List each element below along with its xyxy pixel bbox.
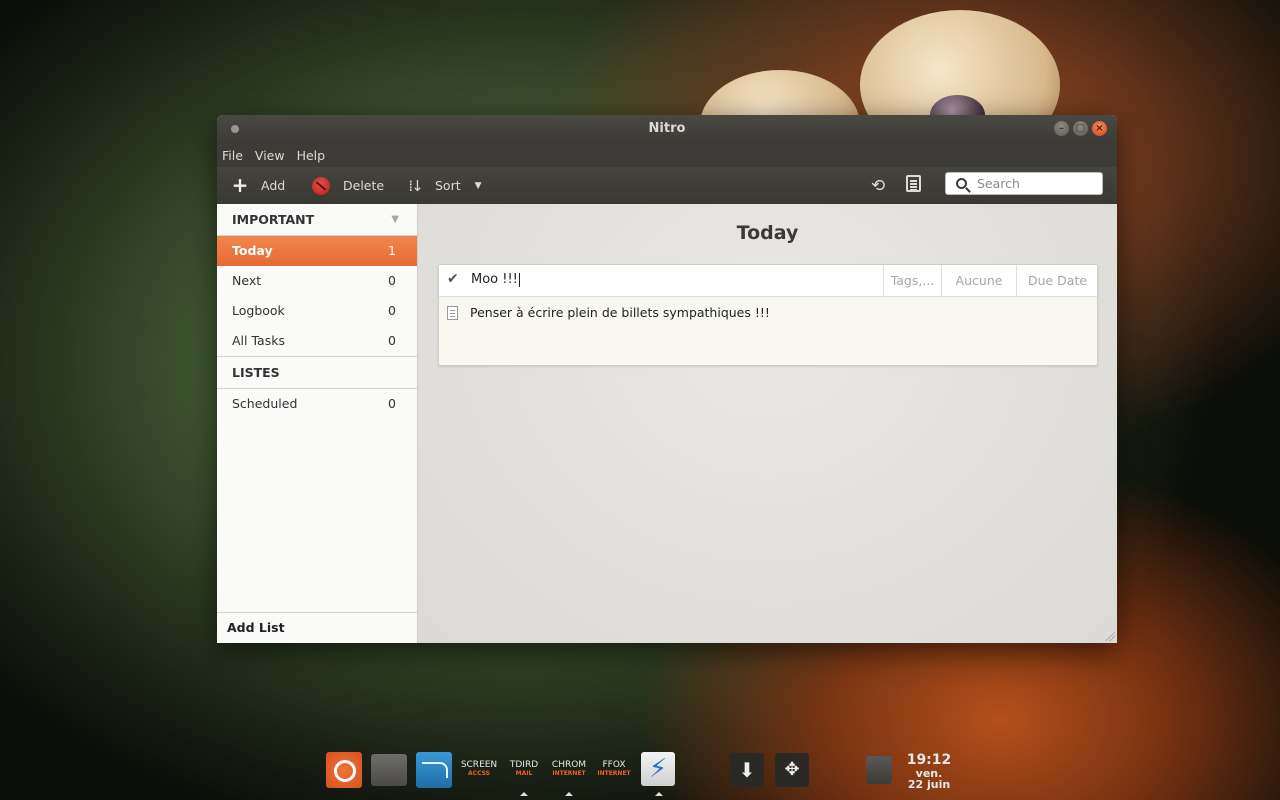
task-due-date-field[interactable]: Due Date (1016, 265, 1098, 296)
search-icon (956, 178, 967, 189)
minimize-icon[interactable]: – (1054, 121, 1069, 136)
sidebar-item-count: 1 (388, 243, 396, 258)
sync-icon[interactable]: ⟲ (871, 176, 885, 196)
dock-sublabel: INTERNET (597, 770, 631, 777)
add-button[interactable]: + Add (231, 167, 286, 204)
note-icon (447, 305, 458, 320)
dock-label: SCREEN (460, 760, 498, 770)
dock-label: CHROM (551, 760, 587, 770)
sidebar-header-label: IMPORTANT (232, 212, 315, 227)
clock-date: 22 juin (907, 778, 951, 791)
task-card[interactable]: ✔ Moo !!! Tags,... Aucune Due Date Pense… (438, 264, 1098, 366)
resize-grip[interactable] (1105, 631, 1115, 641)
dock-label: FFOX (602, 760, 626, 770)
dock-tdird[interactable]: TDIRD MAIL (502, 761, 546, 778)
sidebar-header-label: LISTES (232, 365, 280, 380)
task-name-field[interactable]: Moo !!! (471, 272, 520, 287)
task-note[interactable]: Penser à écrire plein de billets sympath… (447, 305, 770, 320)
task-note-text[interactable]: Penser à écrire plein de billets sympath… (470, 305, 770, 320)
sidebar-item-count: 0 (388, 396, 396, 411)
window-title: Nitro (648, 121, 686, 136)
sidebar-item-count: 0 (388, 333, 396, 348)
sidebar-header-important[interactable]: IMPORTANT ▼ (217, 204, 417, 236)
nitro-app-icon[interactable]: ⚡ (641, 752, 675, 786)
sidebar-item-label: Next (232, 273, 262, 288)
add-label: Add (261, 178, 286, 193)
task-priority-field[interactable]: Aucune (941, 265, 1016, 296)
window-controls: – □ × (1054, 121, 1107, 136)
chevron-down-icon: ▼ (474, 180, 482, 191)
workspace-switcher-icon[interactable]: ✥ (775, 753, 809, 787)
plus-icon: + (231, 172, 249, 197)
delete-label: Delete (343, 178, 385, 193)
sidebar-item-label: All Tasks (232, 333, 285, 348)
menu-file[interactable]: File (222, 148, 255, 163)
clock[interactable]: 19:12 ven. 22 juin (905, 752, 953, 790)
delete-button[interactable]: Delete (312, 167, 384, 204)
close-icon[interactable]: × (1092, 121, 1107, 136)
add-list-button[interactable]: Add List (217, 612, 417, 643)
chevron-down-icon[interactable]: ▼ (391, 204, 399, 235)
clock-time: 19:12 (906, 752, 952, 768)
sidebar: IMPORTANT ▼ Today 1 Next 0 Logbook 0 All… (217, 204, 418, 643)
running-indicator (520, 792, 528, 796)
dock-chrom[interactable]: CHROM INTERNET (547, 761, 591, 778)
window-titlebar[interactable]: Nitro – □ × (217, 115, 1117, 143)
sidebar-item-next[interactable]: Next 0 (217, 266, 417, 296)
page-title: Today (736, 222, 799, 244)
sidebar-header-lists: LISTES (217, 356, 417, 389)
dock-sublabel: ACCSS (468, 770, 490, 777)
nitro-window: Nitro – □ × File View Help + Add Delete … (217, 115, 1117, 643)
dock-label: TDIRD (509, 760, 539, 770)
sidebar-item-logbook[interactable]: Logbook 0 (217, 296, 417, 326)
notes-list-icon[interactable] (906, 175, 921, 192)
ubuntu-launcher-icon[interactable] (326, 752, 362, 788)
dock-ffox[interactable]: FFOX INTERNET (592, 761, 636, 778)
files-folder-icon[interactable] (371, 754, 407, 786)
main-pane: Today ✔ Moo !!! Tags,... Aucune Due Date… (418, 204, 1117, 643)
running-indicator (565, 792, 573, 796)
maximize-icon[interactable]: □ (1073, 121, 1088, 136)
dock-sublabel: MAIL (515, 770, 533, 777)
delete-icon (312, 176, 330, 195)
menu-view[interactable]: View (255, 148, 297, 163)
sort-icon: ⁞↓ (408, 176, 423, 195)
sidebar-item-today[interactable]: Today 1 (217, 236, 417, 266)
checkmark-icon[interactable]: ✔ (447, 271, 459, 287)
download-icon[interactable]: ⬇ (730, 753, 764, 787)
running-indicator (655, 792, 663, 796)
sidebar-item-label: Scheduled (232, 396, 298, 411)
sidebar-item-scheduled[interactable]: Scheduled 0 (217, 389, 417, 419)
search-input[interactable] (975, 175, 1099, 192)
system-monitor-icon[interactable] (416, 752, 452, 788)
menu-help[interactable]: Help (297, 148, 338, 163)
sidebar-item-label: Today (232, 243, 273, 258)
sort-label: Sort (435, 178, 461, 193)
task-tags-field[interactable]: Tags,... (883, 265, 941, 296)
search-field[interactable] (945, 172, 1103, 195)
sidebar-item-count: 0 (388, 273, 396, 288)
dock-sublabel: INTERNET (552, 770, 586, 777)
window-menu-icon[interactable] (231, 125, 239, 133)
task-row[interactable]: ✔ Moo !!! Tags,... Aucune Due Date (439, 265, 1097, 297)
dock-screen[interactable]: SCREEN ACCSS (457, 761, 501, 778)
sidebar-item-label: Logbook (232, 303, 285, 318)
sort-button[interactable]: ⁞↓ Sort ▼ (407, 167, 482, 204)
sidebar-item-count: 0 (388, 303, 396, 318)
sidebar-item-all-tasks[interactable]: All Tasks 0 (217, 326, 417, 356)
trash-icon[interactable] (866, 756, 892, 784)
menubar: File View Help (217, 143, 1117, 167)
